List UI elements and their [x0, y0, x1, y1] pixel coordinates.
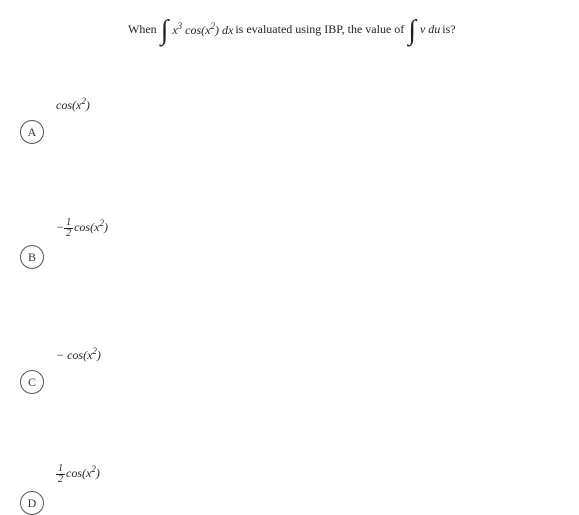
integral-symbol-2: ∫ — [408, 17, 416, 45]
option-c-text: − cos(x2) — [56, 346, 101, 364]
option-c[interactable]: − cos(x2) C — [20, 346, 101, 394]
option-c-badge: C — [20, 370, 44, 394]
question-pre: When — [128, 22, 157, 37]
option-a-text: cos(x2) — [56, 96, 90, 114]
integrand-2: v du — [420, 22, 440, 37]
option-d-badge: D — [20, 491, 44, 515]
option-b-text: −12cos(x2) — [56, 218, 108, 239]
option-b-badge: B — [20, 245, 44, 269]
integral-symbol-1: ∫ — [161, 17, 169, 45]
option-a-badge: A — [20, 120, 44, 144]
question-stem: When ∫ x3 cos(x2) dx is evaluated using … — [128, 15, 569, 43]
option-a[interactable]: cos(x2) A — [20, 96, 90, 144]
integrand-1: x3 cos(x2) dx — [172, 21, 233, 38]
question-mid: is evaluated using IBP, the value of — [235, 22, 404, 37]
option-d-text: 12cos(x2) — [56, 464, 100, 485]
option-d[interactable]: 12cos(x2) D — [20, 464, 100, 515]
option-b[interactable]: −12cos(x2) B — [20, 218, 108, 269]
question-tail: is? — [442, 22, 455, 37]
